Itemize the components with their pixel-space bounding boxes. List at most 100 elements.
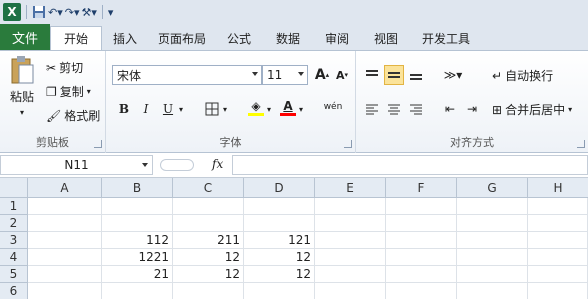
row-header-4[interactable]: 4: [0, 249, 28, 266]
cell-f3[interactable]: [386, 232, 457, 249]
select-all-corner[interactable]: [0, 178, 28, 198]
cell-e2[interactable]: [315, 215, 386, 232]
merge-dropdown-icon[interactable]: ▾: [568, 105, 572, 114]
column-header-f[interactable]: F: [386, 178, 457, 198]
borders-button[interactable]: [202, 99, 222, 119]
cell-e1[interactable]: [315, 198, 386, 215]
tab-home[interactable]: 开始: [50, 26, 102, 50]
cell-e5[interactable]: [315, 266, 386, 283]
font-name-select[interactable]: 宋体: [112, 65, 262, 85]
bold-button[interactable]: B: [114, 99, 134, 119]
tab-developer[interactable]: 开发工具: [412, 26, 480, 50]
column-header-a[interactable]: A: [28, 178, 102, 198]
tools-icon[interactable]: ⚒▾: [82, 3, 97, 21]
italic-button[interactable]: I: [136, 99, 156, 119]
cell-h5[interactable]: [528, 266, 588, 283]
decrease-indent-button[interactable]: ⇤: [440, 99, 460, 119]
name-box[interactable]: N11: [0, 155, 153, 175]
fill-color-dropdown-icon[interactable]: ▾: [264, 99, 274, 119]
cell-c1[interactable]: [173, 198, 244, 215]
cell-c6[interactable]: [173, 283, 244, 299]
cell-h1[interactable]: [528, 198, 588, 215]
cell-g2[interactable]: [457, 215, 528, 232]
cell-d2[interactable]: [244, 215, 315, 232]
row-header-1[interactable]: 1: [0, 198, 28, 215]
align-top-button[interactable]: [362, 65, 382, 85]
cell-a2[interactable]: [28, 215, 102, 232]
cell-g6[interactable]: [457, 283, 528, 299]
column-header-g[interactable]: G: [457, 178, 528, 198]
cell-a5[interactable]: [28, 266, 102, 283]
tab-file[interactable]: 文件: [0, 24, 50, 50]
cell-h6[interactable]: [528, 283, 588, 299]
cell-f1[interactable]: [386, 198, 457, 215]
cell-d6[interactable]: [244, 283, 315, 299]
tab-review[interactable]: 审阅: [314, 26, 360, 50]
alignment-launcher-icon[interactable]: [577, 140, 585, 148]
orientation-button[interactable]: ≫▾: [440, 65, 466, 85]
fill-color-button[interactable]: ◈: [246, 97, 266, 117]
row-header-6[interactable]: 6: [0, 283, 28, 299]
cell-b4[interactable]: 1221: [102, 249, 173, 266]
cell-h2[interactable]: [528, 215, 588, 232]
font-size-select[interactable]: 11: [262, 65, 308, 85]
cell-f2[interactable]: [386, 215, 457, 232]
paste-button[interactable]: 粘贴 ▾: [6, 55, 38, 117]
cell-h4[interactable]: [528, 249, 588, 266]
cut-button[interactable]: ✂ 剪切: [46, 59, 83, 76]
cell-c4[interactable]: 12: [173, 249, 244, 266]
format-painter-button[interactable]: 🖌 格式刷: [46, 107, 100, 124]
cell-g4[interactable]: [457, 249, 528, 266]
merge-center-button[interactable]: ⊞ 合并后居中 ▾: [492, 101, 572, 118]
font-color-dropdown-icon[interactable]: ▾: [296, 99, 306, 119]
insert-function-button[interactable]: fx: [212, 157, 223, 171]
cell-a3[interactable]: [28, 232, 102, 249]
tab-view[interactable]: 视图: [360, 26, 412, 50]
row-header-2[interactable]: 2: [0, 215, 28, 232]
grow-font-button[interactable]: A ▴: [312, 65, 332, 85]
cell-e4[interactable]: [315, 249, 386, 266]
shrink-font-button[interactable]: A ▾: [332, 65, 352, 85]
redo-icon[interactable]: ↷▾: [65, 3, 80, 21]
cell-g1[interactable]: [457, 198, 528, 215]
align-center-button[interactable]: [384, 99, 404, 119]
cell-b6[interactable]: [102, 283, 173, 299]
cell-f4[interactable]: [386, 249, 457, 266]
column-header-h[interactable]: H: [528, 178, 588, 198]
align-right-button[interactable]: [406, 99, 426, 119]
copy-dropdown-icon[interactable]: ▾: [87, 87, 91, 96]
cell-a4[interactable]: [28, 249, 102, 266]
cell-a1[interactable]: [28, 198, 102, 215]
cell-g3[interactable]: [457, 232, 528, 249]
save-icon[interactable]: [32, 3, 46, 21]
column-header-b[interactable]: B: [102, 178, 173, 198]
tab-insert[interactable]: 插入: [102, 26, 148, 50]
underline-dropdown-icon[interactable]: ▾: [176, 99, 186, 119]
cell-b1[interactable]: [102, 198, 173, 215]
cell-d5[interactable]: 12: [244, 266, 315, 283]
customize-icon[interactable]: ▾: [108, 3, 114, 21]
cell-e3[interactable]: [315, 232, 386, 249]
paste-dropdown-icon[interactable]: ▾: [20, 108, 24, 117]
align-bottom-button[interactable]: [406, 65, 426, 85]
font-launcher-icon[interactable]: [344, 140, 352, 148]
tab-page-layout[interactable]: 页面布局: [148, 26, 216, 50]
cell-g5[interactable]: [457, 266, 528, 283]
clipboard-launcher-icon[interactable]: [94, 140, 102, 148]
copy-button[interactable]: ❐ 复制 ▾: [46, 83, 91, 100]
undo-icon[interactable]: ↶▾: [48, 3, 63, 21]
cell-c2[interactable]: [173, 215, 244, 232]
cell-b5[interactable]: 21: [102, 266, 173, 283]
wrap-text-button[interactable]: ↵ 自动换行: [492, 67, 553, 84]
cell-d1[interactable]: [244, 198, 315, 215]
column-header-c[interactable]: C: [173, 178, 244, 198]
cell-b2[interactable]: [102, 215, 173, 232]
formula-bar-resize-handle[interactable]: [160, 159, 194, 171]
phonetic-button[interactable]: wén: [320, 97, 346, 117]
cell-d4[interactable]: 12: [244, 249, 315, 266]
font-color-button[interactable]: A: [278, 97, 298, 117]
column-header-e[interactable]: E: [315, 178, 386, 198]
cell-f6[interactable]: [386, 283, 457, 299]
increase-indent-button[interactable]: ⇥: [462, 99, 482, 119]
formula-input[interactable]: [232, 155, 588, 175]
